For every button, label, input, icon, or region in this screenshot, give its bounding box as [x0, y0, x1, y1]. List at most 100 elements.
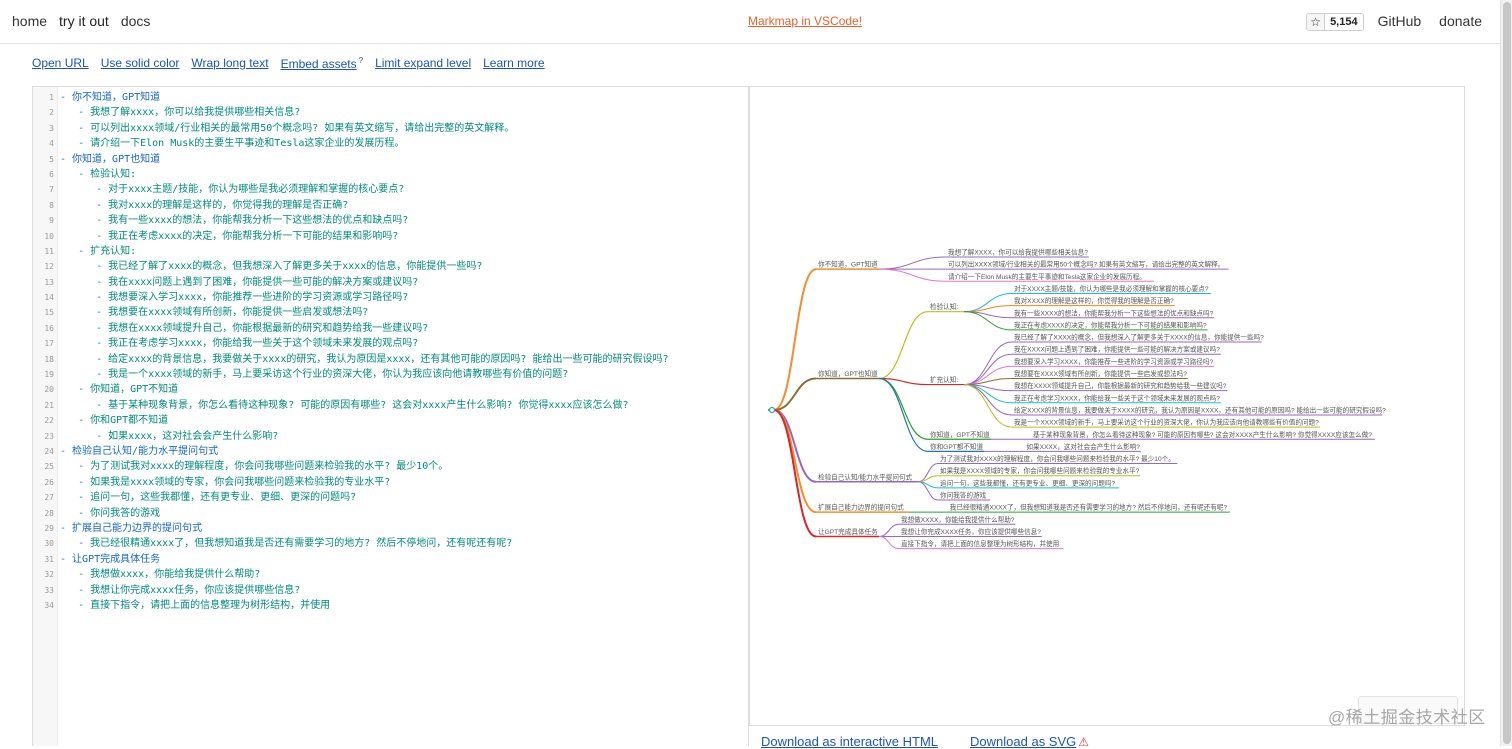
mindmap-root-node[interactable] [768, 406, 776, 414]
mindmap-node-label[interactable]: 扩展自己能力边界的提问句式 [818, 503, 904, 512]
mindmap-node-label[interactable]: 请介绍一下Elon Musk的主要生平事迹和Tesla这家企业的发展历程。 [948, 272, 1146, 281]
editor-line[interactable]: 7 - 对于xxxx主题/技能，你认为哪些是我必须理解和掌握的核心要点? [33, 182, 748, 197]
editor-line[interactable]: 5 - 你知道，GPT也知道 [33, 152, 748, 167]
github-star-button[interactable]: ☆ 5,154 [1306, 12, 1364, 31]
mindmap-node-label[interactable]: 我有一些XXXX的想法，你能帮我分析一下这些想法的优点和缺点吗? [1014, 308, 1214, 317]
mindmap-node-label[interactable]: 我想在XXXX领域提升自己，你能根据最新的研究和趋势给我一些建议吗? [1014, 381, 1227, 390]
mindmap-preview[interactable]: 你不知道，GPT知道 我想了解XXXX，你可以给我提供哪些相关信息? 可以列出XXX… [749, 86, 1465, 726]
mindmap-node-label[interactable]: 我想做XXXX，你能给我提供什么帮助? [901, 515, 1015, 524]
download-html-link[interactable]: Download as interactive HTML [761, 734, 938, 749]
editor-line[interactable]: 10 - 我正在考虑xxxx的决定，你能帮我分析一下可能的结果和影响吗? [33, 229, 748, 244]
nav-try-it-out[interactable]: try it out [53, 0, 115, 43]
mindmap-node-label[interactable]: 我正在考虑XXXX的决定，你能帮我分析一下可能的结果和影响吗? [1014, 320, 1207, 329]
mindmap-node-label[interactable]: 给定XXXX的背景信息，我要做关于XXXX的研究，我认为原因是XXXX，还有其他… [1014, 405, 1386, 414]
wrap-long-text-link[interactable]: Wrap long text [191, 56, 268, 71]
limit-expand-level-link[interactable]: Limit expand level [375, 56, 471, 71]
editor-line[interactable]: 11 - 扩充认知: [33, 244, 748, 259]
editor-line[interactable]: 30 - 我已经很精通xxxx了，但我想知道我是否还有需要学习的地方? 然后不停… [33, 536, 748, 551]
editor-line[interactable]: 9 - 我有一些xxxx的想法，你能帮我分析一下这些想法的优点和缺点吗? [33, 213, 748, 228]
line-number: 30 [44, 539, 54, 549]
editor-line[interactable]: 29 - 扩展自己能力边界的提问句式 [33, 521, 748, 536]
editor-line[interactable]: 25 - 为了测试我对xxxx的理解程度，你会问我哪些问题来检验我的水平? 最少… [33, 459, 748, 474]
mindmap-node-label[interactable]: 检验自己认知/能力水平提问句式 [818, 472, 913, 481]
editor-line[interactable]: 14 - 我想要深入学习xxxx，你能推荐一些进阶的学习资源或学习路径吗? [33, 290, 748, 305]
editor-line[interactable]: 2 - 我想了解xxxx，你可以给我提供哪些相关信息? [33, 105, 748, 120]
line-code: - 基于某种现象背景，你怎么看待这种现象? 可能的原因有哪些? 这会对xxxx产… [96, 399, 629, 411]
mindmap-node-label[interactable]: 你问我答的游戏 [940, 491, 987, 500]
page-scrollbar[interactable] [1500, 0, 1512, 746]
editor-line[interactable]: 13 - 我在xxxx问题上遇到了困难，你能提供一些可能的解决方案或建议吗? [33, 275, 748, 290]
embed-assets-help-icon[interactable]: ? [359, 56, 363, 65]
editor-line[interactable]: 6 - 检验认知: [33, 167, 748, 182]
mindmap-node-label[interactable]: 如果XXXX，这对社会会产生什么影响? [1026, 442, 1140, 451]
editor-line[interactable]: 32 - 我想做xxxx，你能给我提供什么帮助? [33, 567, 748, 582]
editor-line[interactable]: 21 - 基于某种现象背景，你怎么看待这种现象? 可能的原因有哪些? 这会对xx… [33, 398, 748, 413]
markmap-vscode-link[interactable]: Markmap in VSCode! [748, 14, 862, 28]
mindmap-node-label[interactable]: 基于某种现象背景，你怎么看待这种现象? 可能的原因有哪些? 这会对XXXX产生什… [1033, 430, 1372, 439]
mindmap-svg[interactable]: 你不知道，GPT知道 我想了解XXXX，你可以给我提供哪些相关信息? 可以列出XXX… [750, 87, 1465, 726]
nav-docs[interactable]: docs [115, 0, 157, 43]
mindmap-node-label[interactable]: 我在XXXX问题上遇到了困难，你能提供一些可能的解决方案或建议吗? [1014, 345, 1220, 354]
mindmap-node-label[interactable]: 你不知道，GPT知道 [818, 260, 878, 269]
editor-line[interactable]: 31 - 让GPT完成具体任务 [33, 552, 748, 567]
mindmap-link [773, 409, 817, 538]
editor-line[interactable]: 22 - 你和GPT都不知道 [33, 413, 748, 428]
mindmap-node-label[interactable]: 我想要深入学习XXXX，你能推荐一些进阶的学习资源或学习路径吗? [1014, 357, 1214, 366]
mindmap-node-label[interactable]: 我想了解XXXX，你可以给我提供哪些相关信息? [948, 248, 1088, 257]
line-number: 22 [44, 416, 54, 426]
mindmap-node-label[interactable]: 如果我是XXXX领域的专家，你会问我哪些问题来检验我的专业水平? [940, 466, 1140, 475]
open-url-link[interactable]: Open URL [32, 56, 89, 71]
mindmap-node-label[interactable]: 为了测试我对XXXX的理解程度，你会问我哪些问题来检验我的水平? 最少10个。 [940, 454, 1175, 463]
star-count: 5,154 [1330, 15, 1358, 28]
mindmap-node-label[interactable]: 扩充认知: [930, 375, 958, 384]
editor-line[interactable]: 15 - 我想要在xxxx领域有所创新，你能提供一些启发或想法吗? [33, 305, 748, 320]
mindmap-node-label[interactable]: 我正在考虑学习XXXX，你能给我一些关于这个领域未来发展的观点吗? [1014, 393, 1220, 402]
line-code: - 追问一句，这些我都懂，还有更专业、更细、更深的问题吗? [78, 492, 357, 504]
line-number: 10 [44, 231, 54, 241]
editor-line[interactable]: 23 - 如果xxxx，这对社会会产生什么影响? [33, 429, 748, 444]
editor-line[interactable]: 1 - 你不知道，GPT知道 [33, 90, 748, 105]
learn-more-link[interactable]: Learn more [483, 56, 544, 71]
editor-line[interactable]: 8 - 我对xxxx的理解是这样的，你觉得我的理解是否正确? [33, 198, 748, 213]
editor-line[interactable]: 17 - 我正在考虑学习xxxx，你能给我一些关于这个领域未来发展的观点吗? [33, 336, 748, 351]
editor-line[interactable]: 19 - 我是一个xxxx领域的新手，马上要采访这个行业的资深大佬，你认为我应该… [33, 367, 748, 382]
mindmap-node-label[interactable]: 你知道，GPT不知道 [930, 430, 990, 439]
mindmap-node-label[interactable]: 让GPT完成具体任务 [818, 527, 878, 536]
editor-line[interactable]: 26 - 如果我是xxxx领域的专家，你会问我哪些问题来检验我的专业水平? [33, 475, 748, 490]
nav-github[interactable]: GitHub [1374, 0, 1426, 43]
line-code: - 我有一些xxxx的想法，你能帮我分析一下这些想法的优点和缺点吗? [96, 215, 409, 227]
editor-line[interactable]: 33 - 我想让你完成xxxx任务，你应该提供哪些信息? [33, 583, 748, 598]
download-svg-link[interactable]: Download as SVG [970, 734, 1076, 749]
mindmap-node-label[interactable]: 追问一句，这些我都懂，还有更专业、更细、更深的问题吗? [940, 478, 1115, 487]
line-code: - 你知道，GPT不知道 [78, 384, 179, 396]
editor-line[interactable]: 3 - 可以列出xxxx领域/行业相关的最常用50个概念吗? 如果有英文缩写，请… [33, 121, 748, 136]
mindmap-node-label[interactable]: 我对XXXX的理解是这样的，你觉得我的理解是否正确? [1014, 296, 1174, 305]
mindmap-node-label[interactable]: 我想让你完成XXXX任务，你应该提供哪些信息? [901, 527, 1041, 536]
mindmap-node-label[interactable]: 我已经很精通XXXX了，但我想知道我是否还有需要学习的地方? 然后不停地问，还有… [950, 503, 1228, 512]
mindmap-node-label[interactable]: 我是一个XXXX领域的新手，马上要采访这个行业的资深大佬，你认为我应该向他请教哪… [1014, 418, 1319, 427]
mindmap-node-label[interactable]: 我想要在XXXX领域有所创新，你能提供一些启发或想法吗? [1014, 369, 1187, 378]
mindmap-node-label[interactable]: 对于XXXX主题/技能，你认为哪些是我必须理解和掌握的核心要点? [1014, 284, 1209, 293]
editor-line[interactable]: 12 - 我已经了解了xxxx的概念，但我想深入了解更多关于xxxx的信息，你能… [33, 259, 748, 274]
editor-line[interactable]: 4 - 请介绍一下Elon Musk的主要生平事迹和Tesla这家企业的发展历程… [33, 136, 748, 151]
nav-home[interactable]: home [12, 0, 53, 43]
editor-line[interactable]: 24 - 检验自己认知/能力水平提问句式 [33, 444, 748, 459]
editor-line[interactable]: 34 - 直接下指令，请把上面的信息整理为树形结构，并使用 [33, 598, 748, 613]
mindmap-node-label[interactable]: 检验认知: [930, 302, 958, 311]
editor-line[interactable]: 18 - 给定xxxx的背景信息，我要做关于xxxx的研究，我认为原因是xxxx… [33, 352, 748, 367]
editor-line[interactable]: 27 - 追问一句，这些我都懂，还有更专业、更细、更深的问题吗? [33, 490, 748, 505]
use-solid-color-link[interactable]: Use solid color [101, 56, 180, 71]
mindmap-node-label[interactable]: 你和GPT都不知道 [930, 442, 984, 451]
top-nav: home try it out docs Markmap in VSCode! … [0, 0, 1500, 44]
editor-line[interactable]: 16 - 我想在xxxx领域提升自己，你能根据最新的研究和趋势给我一些建议吗? [33, 321, 748, 336]
markdown-editor[interactable]: 1 - 你不知道，GPT知道 2 - 我想了解xxxx，你可以给我提供哪些相关信息?… [32, 86, 749, 746]
mindmap-node-label[interactable]: 我已经了解了XXXX的概念，但我想深入了解更多关于XXXX的信息，你能提供一些吗… [1014, 333, 1264, 342]
nav-donate[interactable]: donate [1435, 0, 1486, 43]
mindmap-node-label[interactable]: 直接下指令，请把上面的信息整理为树形结构，并使用 [901, 539, 1059, 548]
embed-assets-link[interactable]: Embed assets [281, 57, 357, 71]
mindmap-node-label[interactable]: 你知道，GPT也知道 [818, 369, 878, 378]
editor-line[interactable]: 28 - 你问我答的游戏 [33, 506, 748, 521]
mindmap-node-label[interactable]: 可以列出XXXX领域/行业相关的最常用50个概念吗? 如果有英文缩写，请给出完整… [948, 260, 1224, 269]
editor-line[interactable]: 20 - 你知道，GPT不知道 [33, 382, 748, 397]
page-scrollbar-thumb[interactable] [1503, 2, 1511, 744]
